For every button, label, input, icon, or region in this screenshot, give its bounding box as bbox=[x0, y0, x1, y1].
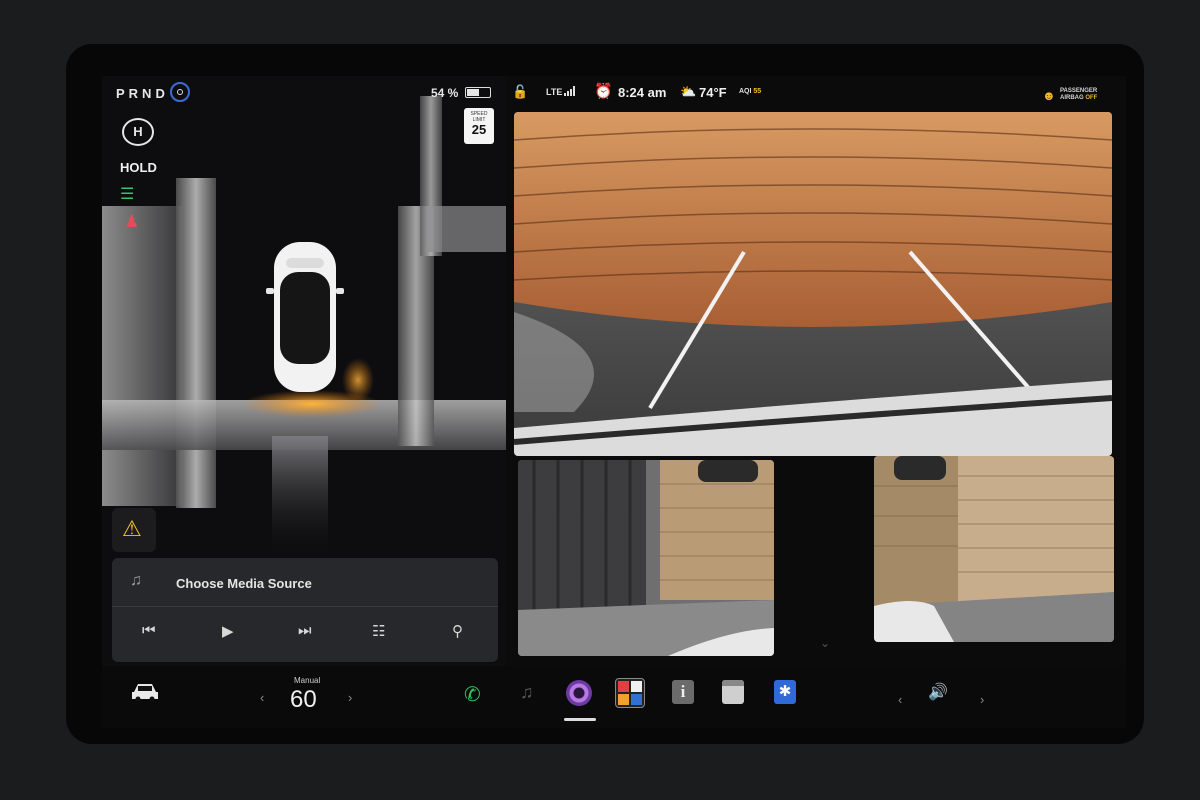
weather-icon: ⛅ bbox=[680, 84, 697, 99]
visual-lane-ahead bbox=[272, 436, 328, 556]
visual-left-pillar bbox=[176, 178, 216, 508]
left-repeater-camera-view[interactable] bbox=[518, 460, 774, 656]
ego-vehicle bbox=[266, 242, 344, 392]
driving-visualization-panel: PRND 54 % SPEED LIMIT 25 H HOLD ☰ ♟ ⚠ ♫ C… bbox=[102, 76, 506, 666]
side-mirror-right bbox=[894, 456, 946, 480]
phone-icon[interactable]: ✆ bbox=[464, 682, 481, 707]
aqi-indicator: AQI 55 bbox=[739, 88, 761, 95]
rear-camera-view[interactable] bbox=[514, 112, 1112, 456]
camera-app-icon[interactable] bbox=[566, 680, 592, 706]
info-icon[interactable]: i bbox=[672, 680, 694, 704]
right-repeater-camera-view[interactable] bbox=[874, 456, 1114, 642]
volume-up-chevron-icon[interactable]: › bbox=[980, 692, 984, 707]
volume-down-chevron-icon[interactable]: ‹ bbox=[898, 692, 902, 707]
speed-limit-sign: SPEED LIMIT 25 bbox=[464, 108, 494, 144]
warning-icon: ⚠ bbox=[122, 516, 142, 541]
active-app-indicator bbox=[564, 718, 596, 721]
volume-icon[interactable]: 🔊 bbox=[928, 682, 948, 702]
network-type: LTE bbox=[546, 87, 563, 97]
touchscreen: PRND 54 % SPEED LIMIT 25 H HOLD ☰ ♟ ⚠ ♫ C… bbox=[102, 76, 1126, 728]
seatbelt-warning-icon: ♟ bbox=[124, 212, 140, 231]
side-wall-panel-right bbox=[958, 456, 1114, 606]
headlight-icon: ☰ bbox=[120, 186, 135, 203]
battery-icon bbox=[465, 87, 491, 98]
right-camera-image bbox=[874, 456, 1114, 642]
surroundings-visualization bbox=[102, 96, 506, 556]
car-icon[interactable] bbox=[130, 680, 160, 702]
media-player: ♫ Choose Media Source ⏮ ▶ ⏭ ☷ ⚲ bbox=[112, 558, 498, 662]
search-icon[interactable]: ⚲ bbox=[452, 622, 463, 640]
outside-temperature: 74°F bbox=[699, 85, 727, 100]
steering-wheel-icon[interactable] bbox=[170, 82, 190, 102]
warning-button[interactable]: ⚠ bbox=[112, 508, 156, 552]
passenger-airbag-status: PASSENGER AIRBAG OFF bbox=[1060, 88, 1097, 102]
hold-label: HOLD bbox=[120, 160, 157, 175]
speed-decrease-chevron-icon[interactable]: ‹ bbox=[260, 690, 264, 705]
signal-icon bbox=[564, 86, 576, 96]
clock-time: 8:24 am bbox=[618, 85, 667, 100]
bottom-app-bar: ‹ Manual 60 › ✆ ♫ i ✱ ‹ 🔊 › bbox=[102, 666, 1126, 728]
aqi-value: 55 bbox=[753, 88, 762, 95]
media-source-title: Choose Media Source bbox=[176, 576, 312, 591]
airbag-state: OFF bbox=[1085, 95, 1098, 101]
next-track-icon[interactable]: ⏭ bbox=[298, 622, 312, 639]
hold-icon: H bbox=[122, 118, 154, 146]
visual-left-wall bbox=[102, 206, 182, 506]
garage-door bbox=[514, 112, 1112, 327]
side-mirror bbox=[698, 460, 758, 482]
equalizer-icon[interactable]: ☷ bbox=[372, 622, 385, 640]
battery-percent: 54 % bbox=[431, 86, 459, 100]
bluetooth-icon[interactable]: ✱ bbox=[774, 680, 796, 704]
lock-icon[interactable]: 🔓 bbox=[512, 84, 528, 100]
speed-increase-chevron-icon[interactable]: › bbox=[348, 690, 352, 705]
play-icon[interactable]: ▶ bbox=[222, 622, 234, 640]
left-camera-image bbox=[518, 460, 774, 656]
music-app-icon[interactable]: ♫ bbox=[520, 682, 534, 703]
calendar-icon[interactable] bbox=[722, 680, 744, 704]
media-source-row[interactable]: ♫ Choose Media Source bbox=[112, 558, 498, 607]
airbag-line-1: PASSENGER bbox=[1060, 88, 1098, 94]
visual-upper-wall bbox=[428, 206, 506, 252]
aqi-label: AQI bbox=[739, 88, 752, 95]
toybox-icon[interactable] bbox=[615, 678, 645, 708]
speed-mode-label: Manual bbox=[294, 676, 321, 685]
rear-camera-image bbox=[514, 112, 1112, 456]
visual-obstacle-alert-right bbox=[342, 358, 374, 402]
gear-selector[interactable]: PRND bbox=[116, 86, 169, 101]
speed-limit-value: 25 bbox=[471, 122, 487, 137]
previous-track-icon[interactable]: ⏮ bbox=[142, 622, 156, 639]
battery-level bbox=[467, 89, 479, 96]
set-speed-value: 60 bbox=[290, 686, 317, 713]
airbag-icon: ☻ bbox=[1042, 88, 1056, 103]
chevron-down-icon[interactable]: ⌄ bbox=[820, 636, 830, 650]
airbag-line-2: AIRBAG bbox=[1060, 95, 1084, 101]
music-note-icon: ♫ bbox=[130, 572, 142, 589]
alarm-icon: ⏰ bbox=[594, 83, 613, 100]
